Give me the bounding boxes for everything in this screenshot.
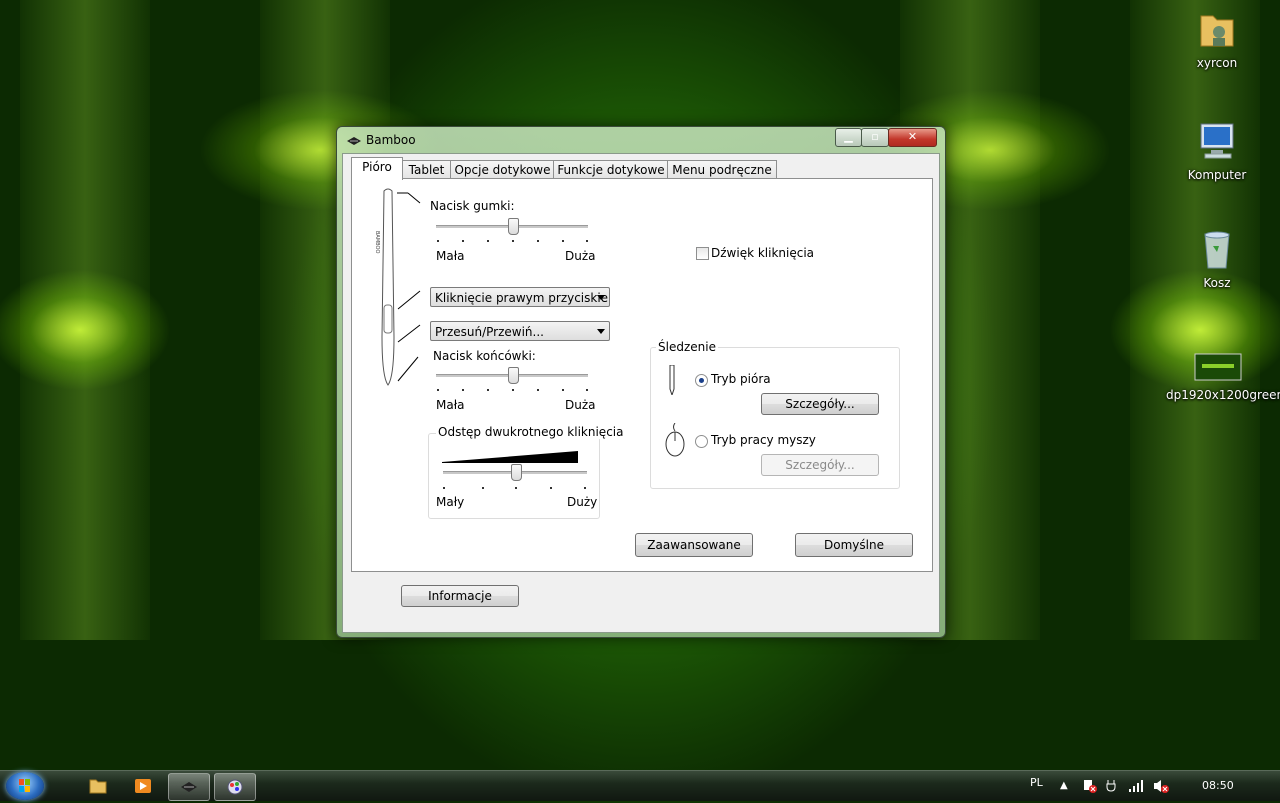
- advanced-button[interactable]: Zaawansowane: [635, 533, 753, 557]
- mouse-mode-icon: [664, 422, 686, 457]
- bamboo-pen-icon: [181, 782, 197, 792]
- minimize-button[interactable]: ▁: [835, 128, 862, 147]
- mouse-mode-radio[interactable]: [695, 435, 708, 448]
- double-click-max-label: Duży: [567, 495, 598, 509]
- upper-button-value: Kliknięcie prawym przyciskiem: [435, 291, 610, 305]
- pen-mode-radio[interactable]: [695, 374, 708, 387]
- desktop-icon-wallpaper-file[interactable]: dp1920x1200green: [1166, 350, 1280, 402]
- tracking-title: Śledzenie: [656, 340, 718, 354]
- tab-label: Pióro: [362, 160, 392, 174]
- maximize-button[interactable]: ▫: [861, 128, 889, 147]
- desktop-icon-label: Komputer: [1187, 168, 1247, 182]
- tab-touch-options[interactable]: Opcje dotykowe: [450, 160, 555, 179]
- window-title: Bamboo: [366, 133, 416, 147]
- pen-mode-icon: [668, 364, 676, 397]
- maximize-icon: ▫: [871, 130, 879, 143]
- pen-mode-label[interactable]: Tryb pióra: [711, 372, 771, 386]
- mouse-mode-details-button[interactable]: Szczegóły...: [761, 454, 879, 476]
- windows-logo-icon: [19, 779, 30, 792]
- eraser-min-label: Mała: [436, 249, 465, 263]
- lower-button-dropdown[interactable]: Przesuń/Przewiń...: [430, 321, 610, 341]
- pen-mode-details-button[interactable]: Szczegóły...: [761, 393, 879, 415]
- pen-settings-panel: BAMBOO Nacisk gumki: Mała Duża Kliknięci…: [351, 178, 933, 572]
- minimize-icon: ▁: [844, 130, 853, 143]
- tab-label: Menu podręczne: [672, 163, 772, 177]
- mouse-mode-label[interactable]: Tryb pracy myszy: [711, 433, 816, 447]
- tab-popup-menu[interactable]: Menu podręczne: [667, 160, 777, 179]
- pen-brand-label: BAMBOO: [374, 231, 380, 254]
- double-click-distance-title: Odstęp dwukrotnego kliknięcia: [436, 425, 626, 439]
- double-click-distance-slider-thumb[interactable]: [511, 464, 522, 481]
- desktop-icon-label: dp1920x1200green: [1166, 388, 1280, 402]
- title-bar[interactable]: Bamboo ▁ ▫ ✕: [337, 127, 945, 153]
- click-sound-label[interactable]: Dźwięk kliknięcia: [711, 246, 814, 260]
- clock[interactable]: 08:50: [1202, 779, 1234, 792]
- background-light-beam: [1130, 0, 1260, 640]
- taskbar: PL ▲ 08:50: [0, 770, 1280, 801]
- tab-label: Funkcje dotykowe: [557, 163, 665, 177]
- chevron-down-icon: [597, 295, 605, 300]
- double-click-min-label: Mały: [436, 495, 465, 509]
- background-light-beam: [20, 0, 150, 640]
- start-button[interactable]: [6, 772, 44, 800]
- click-sound-checkbox[interactable]: [696, 247, 709, 260]
- taskbar-explorer-button[interactable]: [78, 773, 118, 799]
- tip-max-label: Duża: [565, 398, 596, 412]
- lower-button-value: Przesuń/Przewiń...: [435, 325, 544, 339]
- tab-label: Tablet: [408, 163, 445, 177]
- taskbar-paint-button[interactable]: [214, 773, 256, 801]
- language-indicator[interactable]: PL: [1030, 776, 1043, 789]
- desktop-icon-label: xyrcon: [1196, 56, 1238, 70]
- desktop-icon-computer[interactable]: Komputer: [1172, 120, 1262, 182]
- about-button[interactable]: Informacje: [401, 585, 519, 607]
- close-button[interactable]: ✕: [888, 128, 937, 147]
- user-folder-icon: [1193, 8, 1241, 52]
- recycle-bin-icon: [1193, 228, 1241, 272]
- desktop-icon-label: Kosz: [1203, 276, 1231, 290]
- action-center-icon[interactable]: [1082, 778, 1098, 794]
- tab-label: Opcje dotykowe: [454, 163, 551, 177]
- network-signal-icon[interactable]: [1128, 779, 1144, 793]
- upper-button-dropdown[interactable]: Kliknięcie prawym przyciskiem: [430, 287, 610, 307]
- bamboo-window: Bamboo ▁ ▫ ✕ Pióro Tablet Opcje dotykowe…: [336, 126, 946, 638]
- chevron-down-icon: [597, 329, 605, 334]
- bamboo-pen-icon: [346, 135, 362, 145]
- folder-icon: [89, 779, 107, 794]
- desktop-icon-recycle-bin[interactable]: Kosz: [1172, 228, 1262, 290]
- window-client-area: Pióro Tablet Opcje dotykowe Funkcje doty…: [342, 153, 940, 633]
- tip-feel-label: Nacisk końcówki:: [433, 349, 536, 363]
- taskbar-bamboo-button[interactable]: [168, 773, 210, 801]
- eraser-max-label: Duża: [565, 249, 596, 263]
- double-click-distance-wedge: [442, 451, 578, 463]
- close-icon: ✕: [907, 130, 918, 143]
- image-file-icon: [1194, 350, 1242, 384]
- tab-pen[interactable]: Pióro: [351, 157, 403, 180]
- eraser-feel-label: Nacisk gumki:: [430, 199, 515, 213]
- power-icon[interactable]: [1104, 778, 1120, 794]
- tab-tablet[interactable]: Tablet: [401, 160, 452, 179]
- volume-muted-icon[interactable]: [1152, 778, 1170, 794]
- taskbar-media-player-button[interactable]: [123, 773, 163, 799]
- default-button[interactable]: Domyślne: [795, 533, 913, 557]
- show-hidden-icons-icon[interactable]: ▲: [1060, 780, 1068, 791]
- eraser-feel-slider-thumb[interactable]: [508, 218, 519, 235]
- computer-icon: [1193, 120, 1241, 164]
- desktop-icon-user-folder[interactable]: xyrcon: [1172, 8, 1262, 70]
- tip-min-label: Mała: [436, 398, 465, 412]
- media-player-icon: [135, 779, 151, 793]
- tip-feel-slider-thumb[interactable]: [508, 367, 519, 384]
- paint-icon: [227, 779, 243, 795]
- tab-touch-functions[interactable]: Funkcje dotykowe: [553, 160, 669, 179]
